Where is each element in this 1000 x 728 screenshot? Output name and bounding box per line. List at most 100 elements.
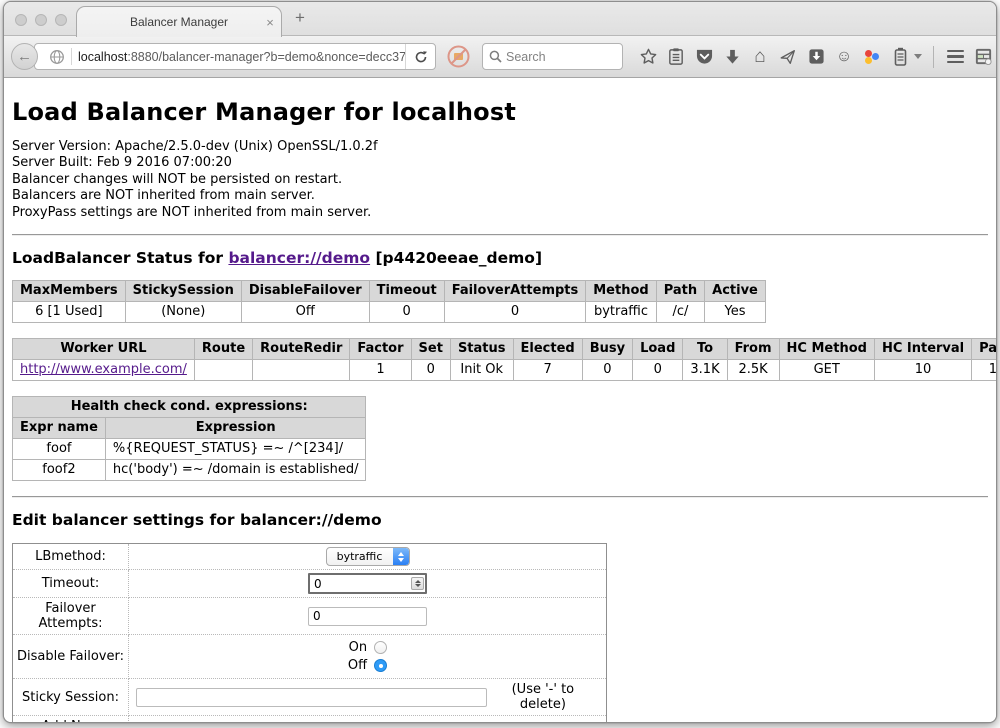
form-row-add-worker: Add New Worker: Are you sure? [13, 716, 607, 722]
table-header-row: Expr name Expression [13, 418, 366, 439]
zoom-window-button[interactable] [55, 14, 67, 26]
cell-passes: 1 (0) [972, 360, 996, 381]
column-header: Elected [513, 339, 582, 360]
inherit-note: Balancers are NOT inherited from main se… [12, 188, 988, 204]
disable-failover-off-radio[interactable] [374, 659, 387, 672]
title-bar: Balancer Manager × + [4, 2, 996, 36]
worker-url-link[interactable]: http://www.example.com/ [20, 362, 187, 377]
pocket-icon[interactable] [690, 42, 718, 72]
table-header-row: Health check cond. expressions: [13, 397, 366, 418]
home-icon[interactable]: ⌂ [746, 42, 774, 72]
cell-stickysession: (None) [125, 302, 241, 323]
sticky-session-label: Sticky Session: [13, 679, 129, 716]
search-bar[interactable] [482, 43, 623, 70]
timeout-input[interactable] [308, 573, 427, 594]
form-row-failover-attempts: Failover Attempts: [13, 598, 607, 635]
column-header: Load [633, 339, 683, 360]
minimize-window-button[interactable] [35, 14, 47, 26]
status-heading-suffix: [p4420eeae_demo] [370, 249, 542, 267]
column-header: Active [705, 281, 766, 302]
radio-on-label: On [349, 640, 367, 655]
save-to-device-icon[interactable] [802, 42, 830, 72]
table-row: http://www.example.com/ 1 0 Init Ok 7 0 … [13, 360, 997, 381]
extension-grid-icon[interactable] [969, 42, 997, 72]
forget-smiley-icon[interactable]: ☺ [830, 42, 858, 72]
search-input[interactable] [506, 50, 616, 64]
reload-button[interactable] [405, 44, 435, 69]
form-row-lbmethod: LBmethod: bytraffic [13, 544, 607, 570]
column-header: HC Method [779, 339, 874, 360]
cell-routeredir [253, 360, 350, 381]
column-header: DisableFailover [241, 281, 369, 302]
tab-balancer-manager[interactable]: Balancer Manager × [76, 6, 282, 37]
send-tab-icon[interactable] [774, 42, 802, 72]
failover-attempts-input[interactable] [308, 607, 427, 626]
chevron-down-icon[interactable] [914, 54, 922, 59]
column-header: RouteRedir [253, 339, 350, 360]
server-version: Server Version: Apache/2.5.0-dev (Unix) … [12, 139, 988, 155]
lbmethod-select[interactable]: bytraffic [326, 547, 410, 566]
url-bar[interactable]: localhost:8880/balancer-manager?b=demo&n… [34, 43, 436, 70]
new-tab-button[interactable]: + [288, 8, 312, 28]
divider [12, 496, 988, 498]
battery-panel-icon[interactable] [886, 42, 914, 72]
form-row-timeout: Timeout: [13, 570, 607, 598]
disable-failover-on-radio[interactable] [374, 641, 387, 654]
cell-expression: hc('body') =~ /domain is established/ [105, 460, 366, 481]
back-arrow-icon: ← [17, 48, 32, 65]
loadbalancer-status-heading: LoadBalancer Status for balancer://demo … [12, 249, 988, 267]
column-header: Route [194, 339, 252, 360]
proxypass-note: ProxyPass settings are NOT inherited fro… [12, 205, 988, 221]
page-content: Load Balancer Manager for localhost Serv… [4, 78, 996, 722]
cell-from: 2.5K [727, 360, 779, 381]
cell-status: Init Ok [450, 360, 513, 381]
reading-list-icon[interactable] [662, 42, 690, 72]
column-header: Busy [582, 339, 632, 360]
sticky-session-input[interactable] [136, 688, 487, 707]
table-row: 6 [1 Used] (None) Off 0 0 bytraffic /c/ … [13, 302, 766, 323]
globe-icon [49, 49, 65, 65]
cell-to: 3.1K [683, 360, 727, 381]
toolbar-buttons: ⌂ ☺ [634, 36, 997, 77]
url-divider [71, 48, 72, 65]
form-row-disable-failover: Disable Failover: On Off [13, 635, 607, 679]
column-header: Timeout [369, 281, 444, 302]
column-header: StickySession [125, 281, 241, 302]
downloads-icon[interactable] [718, 42, 746, 72]
cell-disablefailover: Off [241, 302, 369, 323]
cell-hc-interval: 10 [874, 360, 971, 381]
url-text[interactable]: localhost:8880/balancer-manager?b=demo&n… [78, 50, 405, 64]
form-row-sticky-session: Sticky Session: (Use '-' to delete) [13, 679, 607, 716]
cell-expression: %{REQUEST_STATUS} =~ /^[234]/ [105, 439, 366, 460]
column-header: From [727, 339, 779, 360]
balancer-demo-link[interactable]: balancer://demo [228, 249, 370, 267]
column-header: Passes [972, 339, 996, 360]
column-header: Path [656, 281, 704, 302]
number-spinner-icon[interactable] [411, 577, 424, 590]
menu-hamburger-icon[interactable] [941, 42, 969, 72]
cell-timeout: 0 [369, 302, 444, 323]
tab-close-icon[interactable]: × [259, 15, 281, 30]
back-button[interactable]: ← [11, 43, 38, 70]
add-worker-label: Add New Worker: [13, 716, 129, 722]
edit-balancer-heading: Edit balancer settings for balancer://de… [12, 511, 988, 529]
close-window-button[interactable] [15, 14, 27, 26]
status-heading-prefix: LoadBalancer Status for [12, 249, 228, 267]
column-header: To [683, 339, 727, 360]
cell-set: 0 [411, 360, 450, 381]
cell-maxmembers: 6 [1 Used] [13, 302, 126, 323]
column-header: Expr name [13, 418, 106, 439]
bookmark-star-icon[interactable] [634, 42, 662, 72]
table-header-row: MaxMembers StickySession DisableFailover… [13, 281, 766, 302]
radio-off-label: Off [348, 658, 367, 673]
content-blocked-icon[interactable] [447, 45, 470, 68]
cell-elected: 7 [513, 360, 582, 381]
container-colors-icon[interactable] [858, 42, 886, 72]
column-header: Status [450, 339, 513, 360]
table-row: foof2 hc('body') =~ /domain is establish… [13, 460, 366, 481]
column-header: MaxMembers [13, 281, 126, 302]
column-header: Method [586, 281, 656, 302]
balancer-summary-table: MaxMembers StickySession DisableFailover… [12, 280, 766, 323]
column-header: Worker URL [13, 339, 195, 360]
column-header: Factor [350, 339, 411, 360]
